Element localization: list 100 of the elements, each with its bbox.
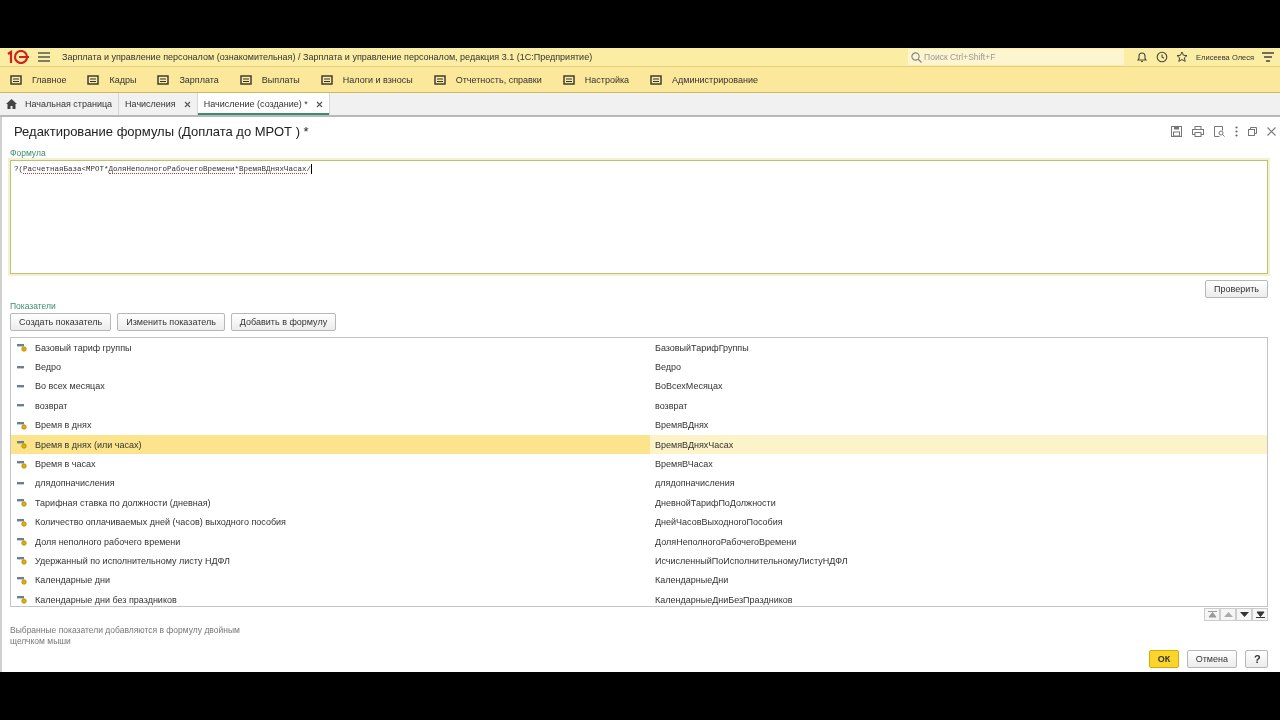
section-link[interactable]: Выплаты [239, 73, 300, 86]
help-button[interactable]: ? [1245, 650, 1268, 668]
close-icon[interactable] [1267, 126, 1276, 136]
bell-icon[interactable] [1136, 51, 1149, 63]
close-icon[interactable] [315, 100, 323, 108]
section-link[interactable]: Кадры [87, 73, 137, 86]
table-row[interactable]: Во всех месяцах ВоВсехМесяцах [11, 376, 1267, 397]
section-link[interactable]: Главное [10, 73, 67, 86]
table-cell: Количество оплачиваемых дней (часов) выходного пособия [35, 517, 286, 528]
section-icon [433, 73, 446, 86]
section-link[interactable]: Администрирование [650, 73, 758, 86]
preview-icon[interactable] [1214, 125, 1225, 137]
indicator-icon [17, 537, 27, 547]
star-icon[interactable] [1176, 51, 1189, 63]
table-row[interactable]: Доля неполного рабочего времени ДоляНеполногоРабочегоВремени [11, 531, 1267, 552]
toolbar-button[interactable]: Добавить в формулу [230, 313, 337, 331]
menu-icon[interactable] [38, 52, 50, 62]
search-field[interactable]: Поиск Ctrl+Shift+F [908, 49, 1125, 65]
app-title: Зарплата и управление персоналом (ознакомительная) / Зарплата и управление персоналом, редакция 3.1 (1С:Предприятие) [62, 52, 594, 62]
table-cell: длядопначисления [655, 478, 735, 489]
table-cell: Время в днях [35, 420, 92, 431]
table-cell: КалендарныеДни [655, 575, 729, 586]
ok-button[interactable]: ОК [1148, 650, 1179, 668]
tab[interactable]: Начисления [119, 93, 198, 115]
indicator-icon [17, 595, 27, 605]
indicator-icon [17, 556, 27, 566]
indicator-icon [17, 517, 27, 527]
section-icon [239, 73, 252, 86]
toolbar-button[interactable]: Изменить показатель [117, 313, 225, 331]
table-cell: Ведро [655, 362, 682, 373]
save-icon[interactable] [1171, 125, 1182, 137]
table-cell: ДоляНеполногоРабочегоВремени [655, 536, 797, 547]
table-cell: ВремяВДнях [655, 420, 709, 431]
table-cell: Календарные дни без праздников [35, 594, 177, 605]
tab[interactable]: Начальная страница [0, 93, 120, 115]
menu-icon[interactable] [1262, 52, 1274, 62]
table-row[interactable]: длядопначисления длядопначисления [11, 473, 1267, 494]
print-icon[interactable] [1192, 125, 1204, 137]
table-cell: Ведро [35, 362, 62, 373]
table-cell: ВремяВДняхЧасах [655, 439, 734, 450]
table-cell: ВоВсехМесяцах [655, 381, 723, 392]
formula-label: Формула [10, 148, 47, 158]
history-icon[interactable] [1156, 51, 1169, 63]
home-icon [6, 99, 17, 109]
table-row[interactable]: Календарные дни без праздников КалендарныеДниБезПраздников [11, 590, 1267, 606]
table-row[interactable]: Ведро Ведро [11, 357, 1267, 377]
table-cell: Удержанный по исполнительному листу НДФЛ [35, 556, 230, 566]
last-button[interactable] [1252, 608, 1268, 621]
first-icon [1207, 611, 1217, 618]
table-cell: длядопначисления [35, 478, 115, 489]
table-cell: ДнейЧасовВыходногоПособия [655, 517, 783, 528]
table-row[interactable]: Количество оплачиваемых дней (часов) выходного пособия ДнейЧасовВыходногоПособия [11, 512, 1267, 532]
indicator-icon [17, 343, 27, 353]
table-row[interactable]: Время в часах ВремяВЧасах [11, 454, 1267, 474]
check-button[interactable]: Проверить [1205, 280, 1268, 298]
indicator-icon [17, 459, 27, 469]
table-cell: возврат [655, 400, 688, 411]
first-button[interactable] [1204, 608, 1220, 621]
section-icon [320, 73, 333, 86]
section-link[interactable]: Отчетность, справки [433, 73, 542, 86]
table-cell: Тарифная ставка по должности (дневная) [35, 497, 211, 508]
table-cell: возврат [35, 400, 68, 411]
indicator-icon [17, 440, 27, 450]
last-icon [1255, 611, 1265, 618]
table-cell: Время в днях (или часах) [35, 439, 142, 450]
more-icon[interactable] [1235, 125, 1238, 137]
indicator-icon [17, 575, 27, 585]
restore-icon[interactable] [1248, 126, 1257, 136]
table-row[interactable]: Удержанный по исполнительному листу НДФЛ ИсчисленныйПоИсполнительномуЛистуНДФЛ [11, 551, 1267, 571]
section-link[interactable]: Зарплата [157, 73, 219, 86]
section-link[interactable]: Налоги и взносы [320, 73, 413, 86]
table-cell: Доля неполного рабочего времени [35, 536, 181, 547]
section-link[interactable]: Настройка [562, 73, 630, 86]
logo-icon [6, 50, 30, 64]
table-cell: БазовыйТарифГруппы [655, 342, 749, 353]
section-icon [10, 73, 22, 86]
table-row[interactable]: Тарифная ставка по должности (дневная) ДневнойТарифПоДолжности [11, 493, 1267, 513]
cancel-button[interactable]: Отмена [1186, 650, 1237, 668]
table-row[interactable]: Время в днях ВремяВДнях [11, 415, 1267, 435]
table-cell: ДневнойТарифПоДолжности [655, 497, 776, 508]
down-icon [1239, 612, 1249, 617]
table-cell: Базовый тариф группы [35, 342, 132, 353]
section-icon [87, 73, 100, 86]
table-cell: Во всех месяцах [35, 381, 105, 392]
table-cell: Календарные дни [35, 575, 110, 586]
table-cell: Время в часах [35, 459, 96, 470]
indicators-label: Показатели [10, 301, 57, 311]
table-cell: ИсчисленныйПоИсполнительномуЛистуНДФЛ [655, 556, 848, 566]
table-row[interactable]: Базовый тариф группы БазовыйТарифГруппы [11, 338, 1267, 358]
section-icon [562, 73, 575, 86]
close-icon[interactable] [183, 100, 191, 108]
indicator-icon [17, 420, 27, 430]
table-row[interactable]: Календарные дни КалендарныеДни [11, 570, 1267, 591]
hint-text: Выбранные показатели добавляются в формулу двойным щелчком мыши [10, 625, 241, 647]
tab[interactable]: Начисление (создание) * [197, 93, 330, 115]
form-title: Редактирование формулы (Доплата до МРОТ ) * [14, 123, 310, 139]
table-cell: ВремяВЧасах [655, 459, 713, 470]
toolbar-button[interactable]: Создать показатель [10, 313, 112, 331]
table-row[interactable]: возврат возврат [11, 396, 1267, 416]
down-button[interactable] [1236, 608, 1252, 621]
